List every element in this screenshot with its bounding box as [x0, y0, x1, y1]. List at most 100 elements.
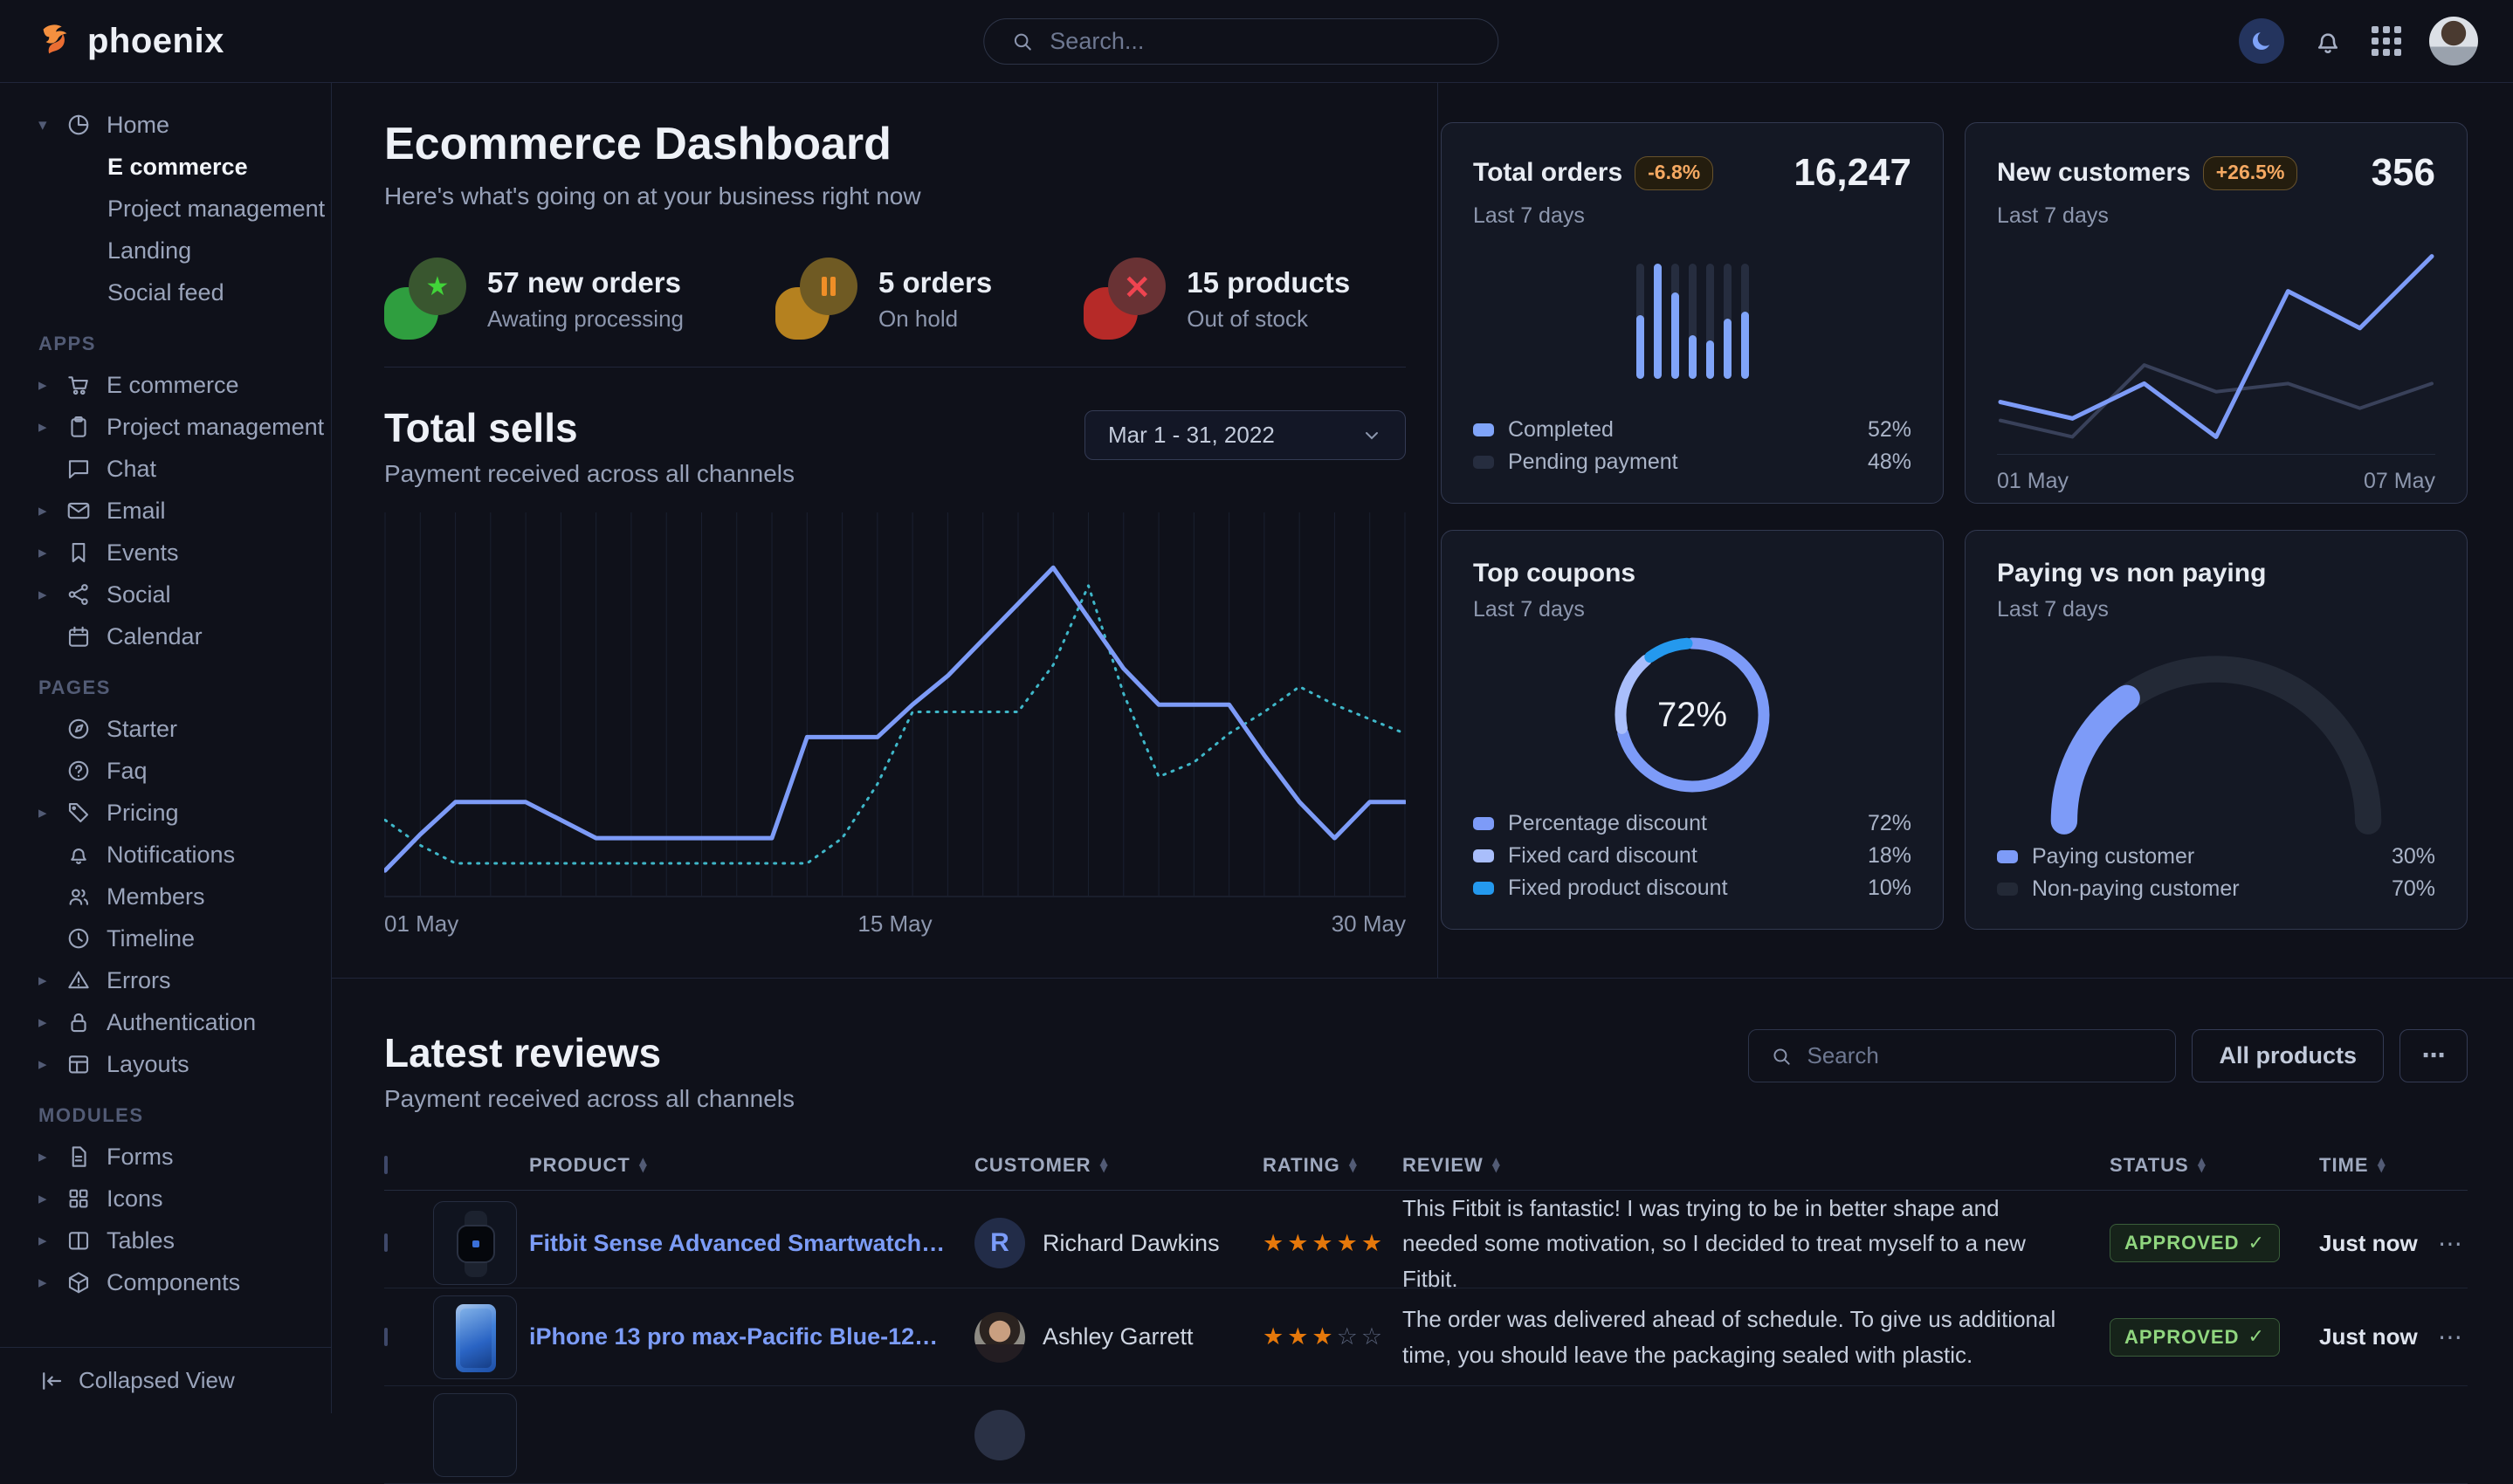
- collapsed-view-button[interactable]: Collapsed View: [0, 1347, 331, 1413]
- caret-icon: ▸: [38, 1189, 52, 1208]
- column-header-product[interactable]: PRODUCT▲▼: [529, 1154, 974, 1177]
- reviews-table-header: PRODUCT▲▼CUSTOMER▲▼RATING▲▼REVIEW▲▼STATU…: [384, 1140, 2468, 1191]
- sidebar-item-components[interactable]: ▸Components: [0, 1261, 331, 1303]
- top-coupons-period: Last 7 days: [1473, 597, 1911, 622]
- theme-toggle-button[interactable]: [2239, 18, 2284, 64]
- sidebar-item-icons[interactable]: ▸Icons: [0, 1178, 331, 1219]
- order-bar-0: [1636, 264, 1644, 379]
- legend-item-pending-payment: Pending payment48%: [1473, 446, 1911, 478]
- table-icon: [65, 1227, 93, 1254]
- global-search-input[interactable]: Search...: [983, 18, 1498, 65]
- sidebar-item-events[interactable]: ▸Events: [0, 532, 331, 574]
- legend-swatch: [1473, 423, 1494, 436]
- sidebar-item-pricing[interactable]: ▸Pricing: [0, 792, 331, 834]
- sidebar-item-tables[interactable]: ▸Tables: [0, 1219, 331, 1261]
- sidebar-item-chat[interactable]: Chat: [0, 448, 331, 490]
- new-customers-x-axis: 01 May 07 May: [1997, 454, 2435, 494]
- check-icon: ✓: [2248, 1233, 2264, 1254]
- date-range-select[interactable]: Mar 1 - 31, 2022: [1084, 410, 1406, 460]
- row-checkbox[interactable]: [384, 1233, 388, 1252]
- table-row: Fitbit Sense Advanced Smartwatch with To…: [384, 1191, 2468, 1288]
- status-badge: APPROVED✓: [2110, 1318, 2280, 1357]
- bell-icon[interactable]: [2312, 25, 2344, 57]
- select-all-checkbox[interactable]: [384, 1156, 388, 1174]
- row-more-icon[interactable]: ⋯: [2438, 1323, 2468, 1351]
- reviews-table: PRODUCT▲▼CUSTOMER▲▼RATING▲▼REVIEW▲▼STATU…: [384, 1140, 2468, 1413]
- product-thumbnail[interactable]: [433, 1393, 517, 1477]
- watch-dot: [472, 1240, 479, 1247]
- sidebar: ▾HomeE commerceProject managementLanding…: [0, 83, 332, 1413]
- sidebar-section-label-modules: MODULES: [38, 1104, 331, 1127]
- sidebar-item-notifications[interactable]: Notifications: [0, 834, 331, 876]
- total-orders-badge: -6.8%: [1635, 156, 1713, 190]
- sidebar-item-calendar[interactable]: Calendar: [0, 615, 331, 657]
- sidebar-item-forms[interactable]: ▸Forms: [0, 1136, 331, 1178]
- customer-cell: [974, 1410, 1263, 1460]
- column-header-review[interactable]: REVIEW▲▼: [1402, 1154, 2110, 1177]
- sidebar-subitem-social-feed[interactable]: Social feed: [0, 271, 331, 313]
- sidebar-item-starter[interactable]: Starter: [0, 708, 331, 750]
- tag-icon: [65, 800, 93, 826]
- status-cell: APPROVED✓: [2110, 1318, 2319, 1357]
- column-header-rating[interactable]: RATING▲▼: [1263, 1154, 1402, 1177]
- stat-text: 5 ordersOn hold: [878, 266, 992, 333]
- column-header-status[interactable]: STATUS▲▼: [2110, 1154, 2319, 1177]
- sidebar-nav: ▾HomeE commerceProject managementLanding…: [0, 83, 331, 1347]
- order-bar-3: [1689, 264, 1697, 379]
- legend-value: 30%: [2392, 844, 2435, 869]
- all-products-button[interactable]: All products: [2192, 1029, 2384, 1082]
- sidebar-subitem-landing[interactable]: Landing: [0, 230, 331, 271]
- time-text: Just now: [2319, 1230, 2418, 1257]
- sidebar-item-timeline[interactable]: Timeline: [0, 917, 331, 959]
- order-bar-fill: [1636, 315, 1644, 379]
- product-link[interactable]: Fitbit Sense Advanced Smartwatch with To…: [529, 1230, 974, 1257]
- customer-avatar: R: [974, 1218, 1025, 1268]
- bell-icon: [65, 842, 93, 868]
- time-cell: Just now⋯: [2319, 1323, 2468, 1351]
- legend-label: Percentage discount: [1508, 811, 1707, 836]
- sidebar-item-social[interactable]: ▸Social: [0, 574, 331, 615]
- product-thumbnail[interactable]: [433, 1201, 517, 1285]
- row-more-icon[interactable]: ⋯: [2438, 1229, 2468, 1258]
- legend-label: Fixed card discount: [1508, 843, 1697, 869]
- caret-icon: ▸: [38, 501, 52, 520]
- product-link[interactable]: iPhone 13 pro max-Pacific Blue-128GB sto…: [529, 1323, 974, 1350]
- sidebar-item-email[interactable]: ▸ Email: [0, 490, 331, 532]
- sidebar-item-errors[interactable]: ▸Errors: [0, 959, 331, 1001]
- sidebar-item-label: Timeline: [107, 925, 195, 952]
- sidebar-item-faq[interactable]: Faq: [0, 750, 331, 792]
- sidebar-subitem-project-management[interactable]: Project management: [0, 188, 331, 230]
- rating-stars: ★★★★★: [1263, 1230, 1402, 1257]
- brand[interactable]: phoenix: [35, 21, 224, 61]
- sidebar-item-layouts[interactable]: ▸Layouts: [0, 1043, 331, 1085]
- row-checkbox[interactable]: [384, 1328, 388, 1346]
- sidebar-item-members[interactable]: Members: [0, 876, 331, 917]
- new-customers-period: Last 7 days: [1997, 203, 2435, 229]
- stars-filled: ★★★: [1263, 1323, 1337, 1350]
- sidebar-item-authentication[interactable]: ▸Authentication: [0, 1001, 331, 1043]
- sidebar-item-e-commerce[interactable]: ▸E commerce: [0, 364, 331, 406]
- reviews-search-input[interactable]: Search: [1748, 1029, 2176, 1082]
- legend-swatch: [1473, 849, 1494, 862]
- new-customers-card: New customers +26.5% 356 Last 7 days 01 …: [1965, 122, 2468, 504]
- x-status-icon: ×: [1084, 258, 1166, 341]
- user-avatar[interactable]: [2429, 17, 2478, 65]
- apps-grid-icon[interactable]: [2372, 26, 2401, 56]
- legend-swatch: [1473, 817, 1494, 830]
- column-header-time[interactable]: TIME▲▼: [2319, 1154, 2468, 1177]
- order-bar-4: [1706, 264, 1714, 379]
- order-bar-fill: [1724, 319, 1732, 379]
- stat-5-orders: 5 ordersOn hold: [775, 258, 992, 341]
- status-badge: APPROVED✓: [2110, 1224, 2280, 1262]
- sidebar-item-project-management[interactable]: ▸Project management: [0, 406, 331, 448]
- sidebar-item-label: Members: [107, 883, 205, 910]
- order-stats-row: ★57 new ordersAwating processing5 orders…: [384, 258, 1350, 341]
- sidebar-item-home[interactable]: ▾Home: [0, 104, 331, 146]
- customer-cell: RRichard Dawkins: [974, 1218, 1263, 1268]
- sidebar-item-label: Email: [107, 498, 166, 525]
- more-options-button[interactable]: ⋯: [2399, 1029, 2468, 1082]
- product-thumbnail[interactable]: [433, 1295, 517, 1379]
- sidebar-item-label: Project management: [107, 414, 324, 441]
- sidebar-subitem-e-commerce[interactable]: E commerce: [0, 146, 331, 188]
- column-header-customer[interactable]: CUSTOMER▲▼: [974, 1154, 1263, 1177]
